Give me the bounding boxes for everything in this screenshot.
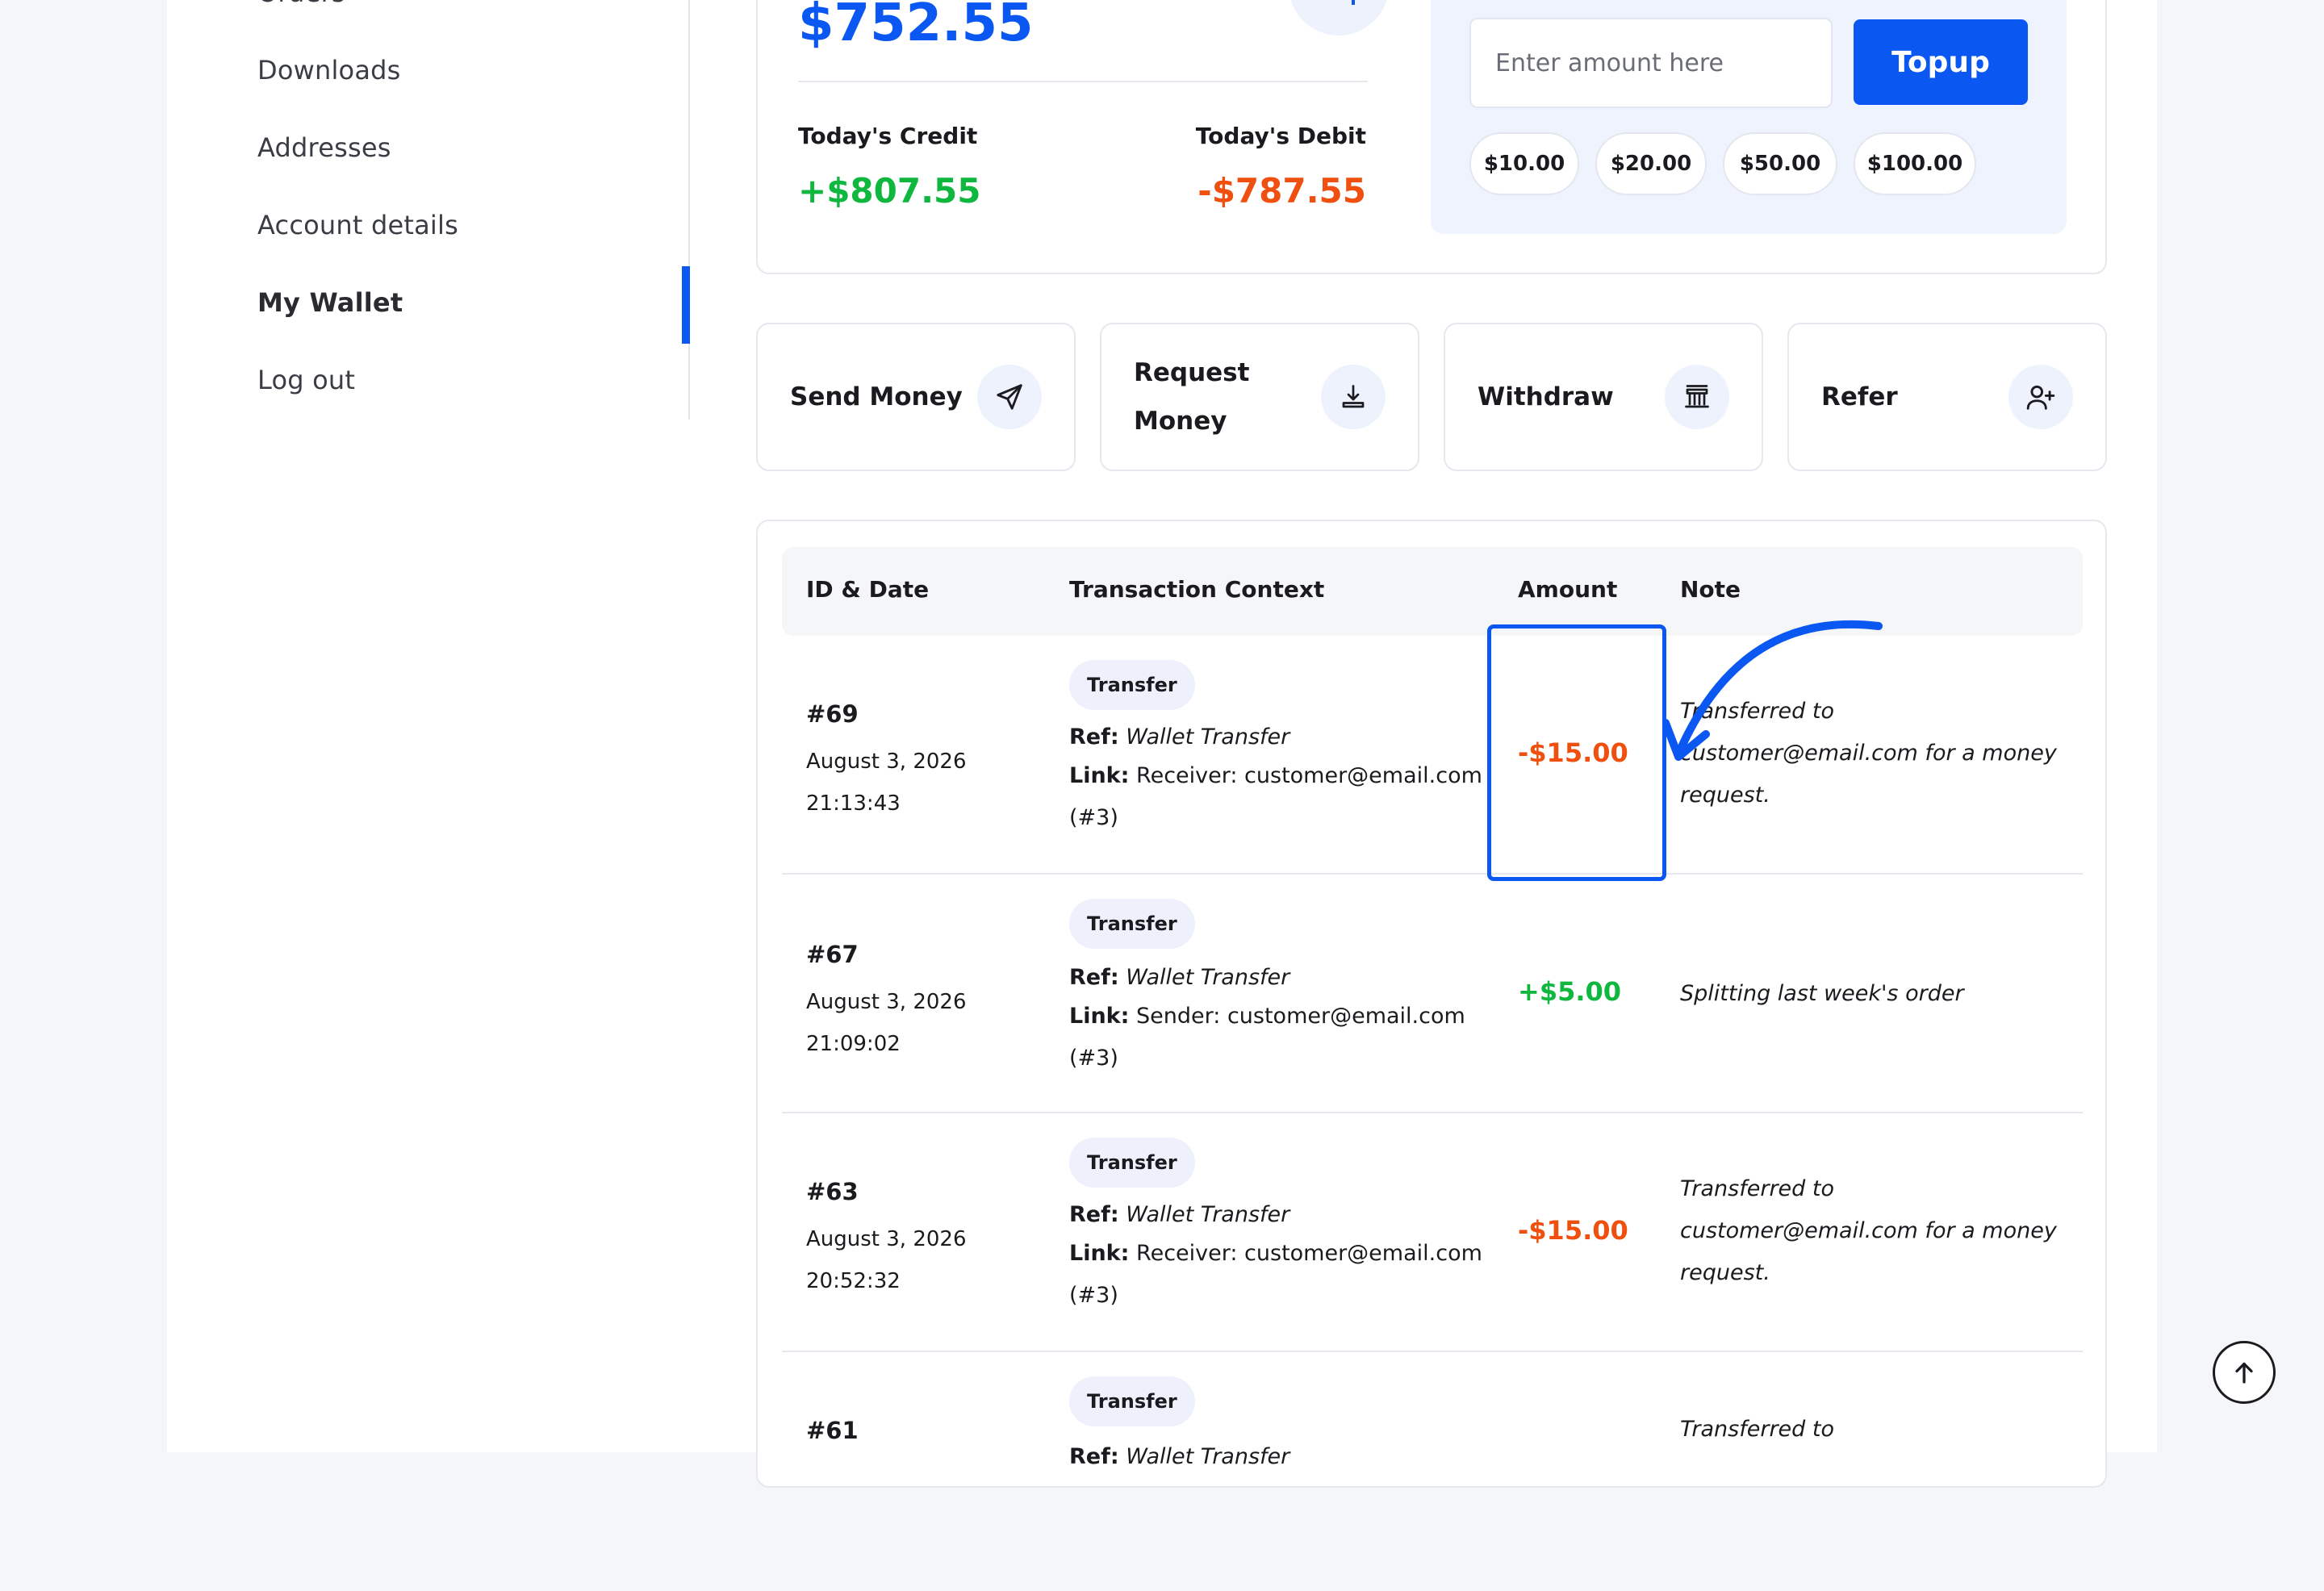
send-icon — [977, 365, 1042, 429]
account-nav: Orders Downloads Addresses Account detai… — [167, 0, 692, 420]
transaction-amount: -$15.00 — [1518, 1215, 1628, 1246]
header-transaction-context: Transaction Context — [1069, 576, 1325, 603]
table-row: #69 August 3, 2026 21:13:43 Transfer Ref:… — [782, 636, 2083, 875]
refer-label: Refer — [1821, 382, 1898, 411]
request-money-label: Request Money — [1134, 358, 1250, 436]
transaction-amount: +$5.00 — [1518, 976, 1622, 1007]
request-money-card[interactable]: Request Money — [1100, 323, 1419, 471]
wallet-icon — [1289, 0, 1389, 35]
transaction-date: August 3, 2026 21:09:02 — [806, 990, 967, 1056]
header-note: Note — [1680, 576, 1741, 603]
transaction-link: Link: Receiver: customer@email.com (#3) — [1069, 1241, 1482, 1308]
preset-amount-20[interactable]: $20.00 — [1595, 132, 1707, 195]
transaction-id: #67 — [806, 941, 859, 968]
bank-icon — [1665, 365, 1729, 429]
todays-credit-value: +$807.55 — [798, 171, 981, 211]
transaction-note: Transferred to customer@email.com for a … — [1680, 699, 2057, 808]
nav-item-my-wallet[interactable]: My Wallet — [257, 287, 403, 318]
wallet-divider — [798, 81, 1368, 82]
user-plus-icon — [2008, 365, 2073, 429]
table-header: ID & Date Transaction Context Amount Not… — [782, 547, 2083, 636]
withdraw-card[interactable]: Withdraw — [1444, 323, 1763, 471]
transaction-date: August 3, 2026 21:13:43 — [806, 750, 967, 816]
transaction-link: Link: Receiver: customer@email.com (#3) — [1069, 763, 1482, 830]
nav-item-addresses[interactable]: Addresses — [257, 132, 391, 163]
page: Orders Downloads Addresses Account detai… — [167, 0, 2157, 1488]
table-row: #67 August 3, 2026 21:09:02 Transfer Ref:… — [782, 875, 2083, 1113]
transaction-id: #63 — [806, 1178, 859, 1205]
preset-amount-100[interactable]: $100.00 — [1854, 132, 1976, 195]
preset-amount-50[interactable]: $50.00 — [1723, 132, 1837, 195]
todays-debit-value: -$787.55 — [1198, 171, 1366, 211]
transaction-type-badge: Transfer — [1069, 1138, 1195, 1188]
table-row: #63 August 3, 2026 20:52:32 Transfer Ref:… — [782, 1113, 2083, 1352]
transaction-note: Transferred to — [1680, 1417, 1834, 1442]
download-icon — [1321, 365, 1386, 429]
nav-item-orders[interactable]: Orders — [257, 0, 345, 8]
transaction-note: Splitting last week's order — [1680, 981, 1964, 1006]
todays-credit-label: Today's Credit — [798, 123, 978, 149]
transaction-type-badge: Transfer — [1069, 660, 1195, 710]
wallet-summary-card: $752.55 Today's Credit +$807.55 Today's … — [756, 0, 2107, 274]
transaction-ref: Ref: Wallet Transfer — [1069, 965, 1290, 990]
transaction-ref: Ref: Wallet Transfer — [1069, 725, 1290, 750]
arrow-up-icon — [2235, 1362, 2253, 1384]
nav-item-downloads[interactable]: Downloads — [257, 55, 401, 86]
refer-card[interactable]: Refer — [1787, 323, 2107, 471]
nav-active-indicator — [682, 266, 690, 344]
preset-amount-10[interactable]: $10.00 — [1469, 132, 1579, 195]
transaction-id: #69 — [806, 700, 859, 728]
nav-item-log-out[interactable]: Log out — [257, 365, 355, 395]
transaction-date: August 3, 2026 20:52:32 — [806, 1227, 967, 1293]
transaction-link: Link: Sender: customer@email.com (#3) — [1069, 1004, 1465, 1071]
topup-panel: Topup $10.00 $20.00 $50.00 $100.00 — [1431, 0, 2067, 234]
table-row: #61 Transfer Ref: Wallet Transfer Transf… — [782, 1352, 2083, 1591]
header-id-date: ID & Date — [806, 576, 930, 603]
todays-debit-label: Today's Debit — [1195, 123, 1366, 149]
transaction-amount: -$15.00 — [1518, 737, 1628, 768]
withdraw-label: Withdraw — [1478, 382, 1614, 411]
transaction-id: #61 — [806, 1417, 859, 1444]
header-amount: Amount — [1518, 576, 1618, 603]
scroll-to-top-button[interactable] — [2213, 1341, 2276, 1404]
topup-amount-input[interactable] — [1469, 18, 1833, 108]
topup-button[interactable]: Topup — [1854, 19, 2028, 105]
wallet-balance: $752.55 — [798, 0, 1034, 53]
transaction-type-badge: Transfer — [1069, 1376, 1195, 1426]
send-money-card[interactable]: Send Money — [756, 323, 1076, 471]
transactions-table: ID & Date Transaction Context Amount Not… — [756, 520, 2107, 1488]
nav-item-account-details[interactable]: Account details — [257, 210, 458, 240]
send-money-label: Send Money — [790, 382, 963, 411]
transaction-type-badge: Transfer — [1069, 899, 1195, 949]
transaction-ref: Ref: Wallet Transfer — [1069, 1202, 1290, 1227]
nav-divider — [688, 0, 690, 420]
transaction-note: Transferred to customer@email.com for a … — [1680, 1176, 2057, 1285]
transaction-ref: Ref: Wallet Transfer — [1069, 1444, 1290, 1469]
